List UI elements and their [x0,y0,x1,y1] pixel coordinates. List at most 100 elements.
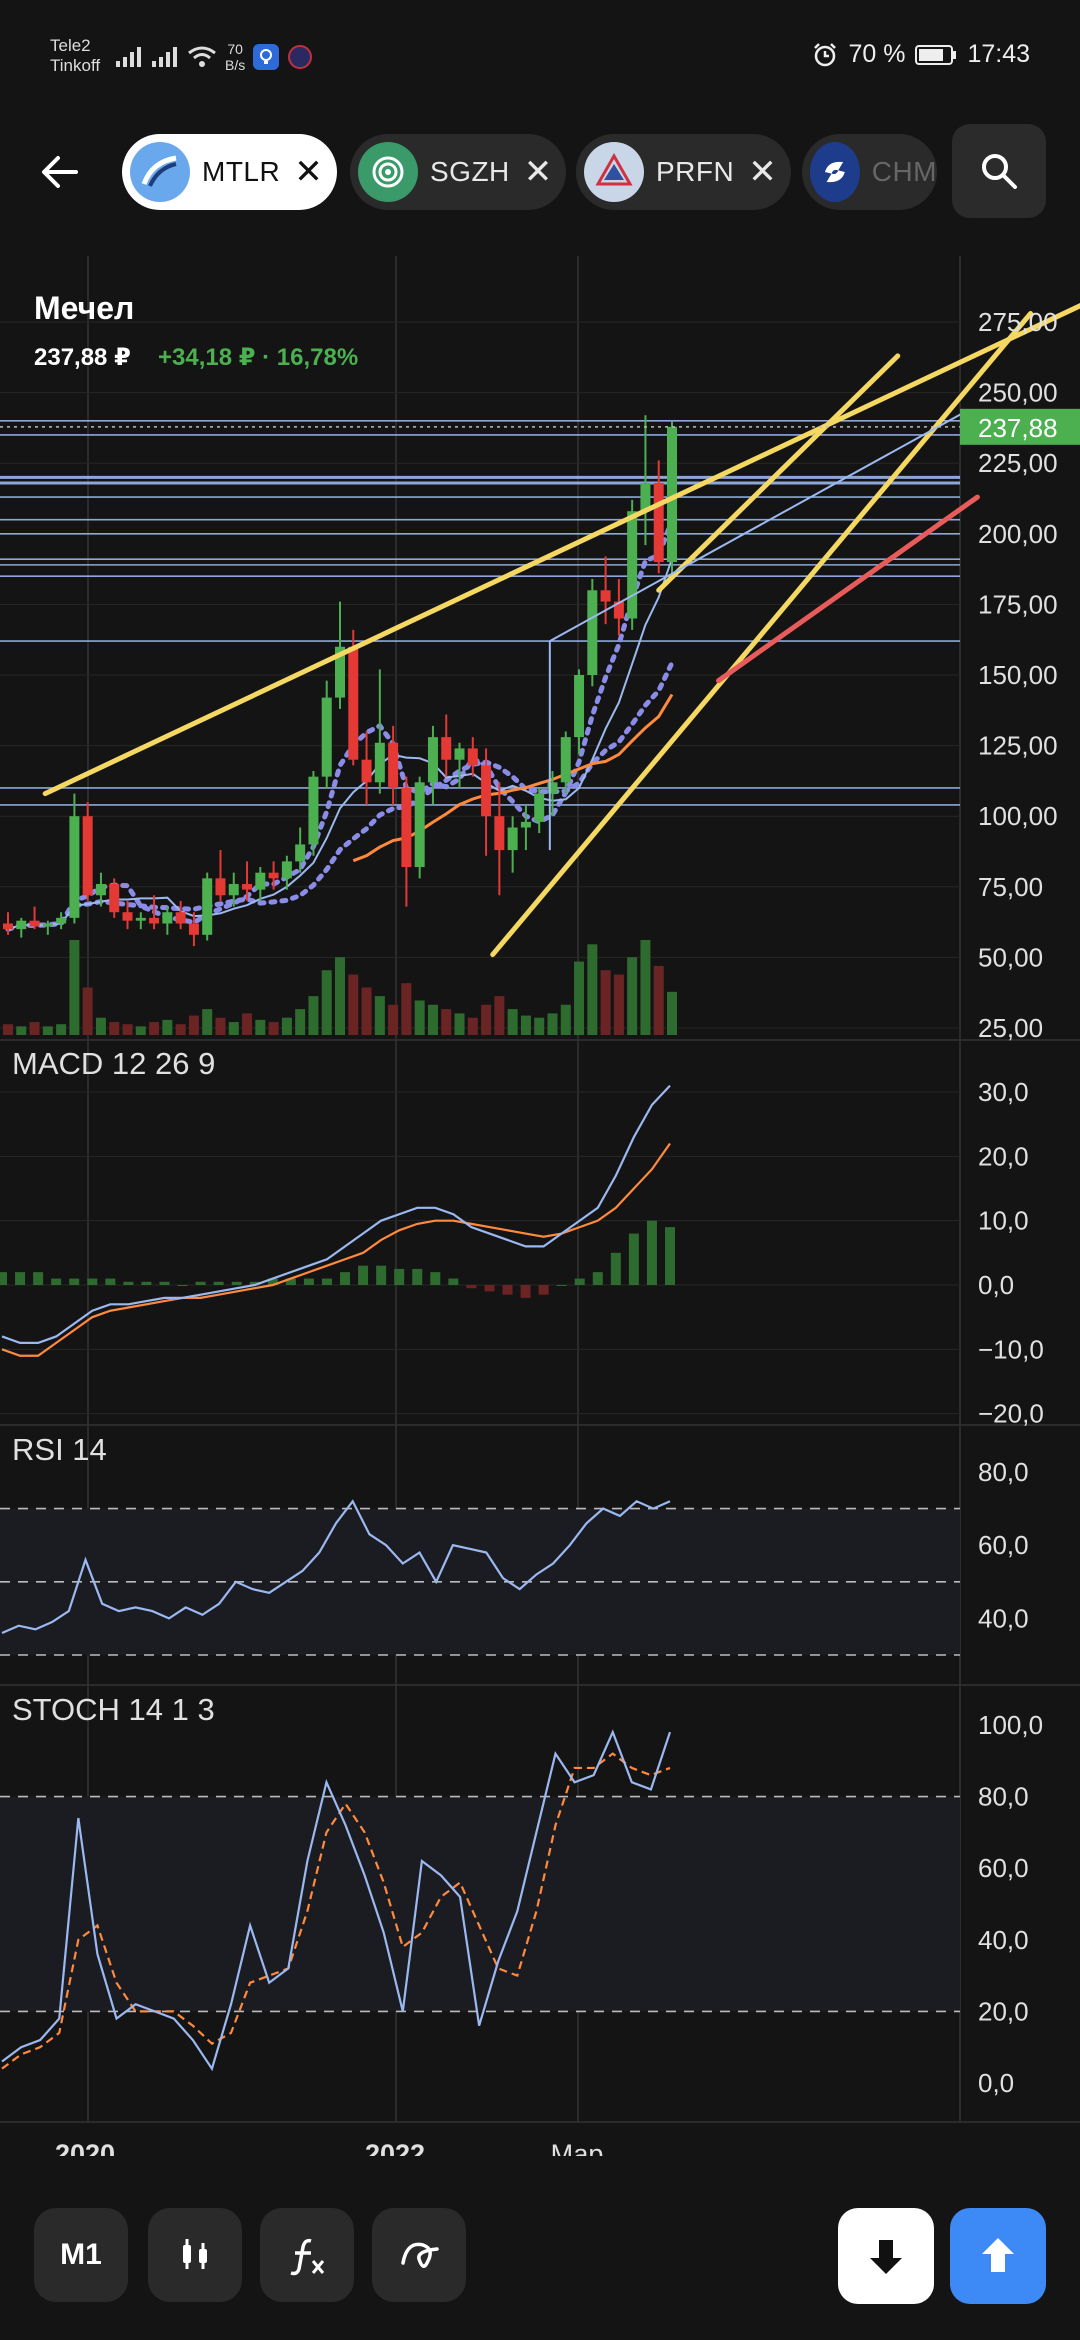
signal-icon [116,47,141,67]
macd-histogram-bar [321,1278,332,1285]
macd-histogram-bar [105,1278,116,1285]
close-icon[interactable]: ✕ [524,155,553,189]
macd-histogram-bar [665,1227,675,1285]
volume-bar [29,1022,40,1035]
macd-histogram-bar [394,1268,405,1285]
close-icon[interactable]: ✕ [748,155,777,189]
volume-bar [441,1009,452,1035]
volume-bar [640,940,651,1035]
price-tick-label: 175,00 [978,589,1058,619]
search-icon [982,154,1017,189]
ticker-chip-chmf[interactable]: CHM [802,134,937,210]
status-bar: Tele2 Tinkoff 70 B/s 70 % 17:43 [0,0,1080,110]
indicators-button[interactable] [260,2208,354,2302]
volume-bar [574,961,585,1035]
candle-body [122,912,133,921]
macd-histogram-bar [51,1278,62,1285]
macd-histogram-bar [538,1285,549,1295]
stoch-tick-label: 100,0 [978,1710,1043,1740]
volume-bar [16,1026,27,1035]
macd-histogram-bar [628,1233,639,1285]
macd-histogram-bar [466,1285,477,1289]
ticker-bar: MTLR ✕ SGZH ✕ PRFN ✕ CHM [0,120,1080,228]
period-button[interactable]: M1 [34,2208,128,2302]
close-icon[interactable]: ✕ [294,155,323,189]
volume-bar [401,983,412,1035]
ticker-chip-sgzh[interactable]: SGZH ✕ [350,134,567,210]
price-tick-label: 250,00 [978,378,1058,408]
arrow-up-icon [982,2238,1014,2272]
search-button[interactable] [952,124,1046,218]
chart-type-button[interactable] [148,2208,242,2302]
ma-dotted-short [5,517,675,932]
clock: 17:43 [967,40,1030,68]
speed-unit: B/s [225,57,246,73]
candle-body [175,912,186,924]
volume-bar [348,974,359,1035]
macd-tick-label: 20,0 [978,1141,1029,1171]
rsi-tick-label: 60,0 [978,1530,1029,1560]
candle-body [401,787,412,868]
candle-body [494,816,505,851]
candle-body [534,793,545,822]
macd-histogram-bar [412,1268,423,1285]
volume-bar [374,996,385,1035]
macd-tick-label: 10,0 [978,1206,1029,1236]
macd-histogram-bar [141,1281,152,1285]
candle-body [215,878,226,896]
candle-body [374,742,385,783]
wifi-icon [188,46,216,67]
volume-bar [321,970,332,1035]
volume-bar [627,957,638,1035]
volume-bar [69,940,80,1035]
macd-histogram-bar [69,1278,80,1285]
ticker-chip-mtlr[interactable]: MTLR ✕ [122,134,337,210]
candle-body [3,923,13,930]
x-tick-label: 2020 [55,2139,115,2156]
volume-bar [109,1022,120,1035]
volume-bar [547,1013,558,1035]
volume-bar [600,970,611,1035]
candle-body [348,646,359,760]
candle-body [56,917,67,924]
app-icon [288,45,313,69]
x-tick-label: 2022 [365,2139,425,2156]
volume-bar [613,974,624,1035]
price-tick-label: 75,00 [978,872,1043,902]
status-right: 70 % 17:43 [812,40,1030,69]
ticker-label: MTLR [202,156,281,187]
candle-body [202,878,213,935]
candle-body [653,482,664,563]
next-down-button[interactable] [838,2208,934,2304]
back-button[interactable] [30,142,90,202]
alarm-icon [814,42,837,66]
trend-line-short [656,353,901,593]
drawing-button[interactable] [372,2208,466,2302]
macd-histogram-bar [484,1285,495,1292]
candle-body [149,917,160,924]
volume-bar [149,1022,160,1035]
candle-body [16,920,27,930]
trend-lines [42,303,1080,958]
rsi-label: RSI 14 [12,1432,107,1467]
macd-histogram-bar [520,1285,531,1298]
price-tick-label: 275,00 [978,307,1058,337]
chart-canvas[interactable]: 275,00 250,00 225,00 200,00 175,00 150,00 125,… [0,256,1080,2156]
volume-bar [255,1019,266,1035]
volume-bar [56,1024,67,1035]
volume-bar [467,1017,478,1035]
stoch-tick-label: 0,0 [978,2068,1014,2098]
volume-bar [228,1022,239,1035]
macd-histogram-bar [646,1220,657,1285]
stoch-panel [0,1729,960,2072]
bulb-icon [253,44,280,70]
macd-tick-label: 30,0 [978,1077,1029,1107]
volume-bar [560,1004,571,1035]
next-up-button[interactable] [950,2208,1046,2304]
candle-body [82,816,93,896]
macd-histogram-bar [33,1272,44,1285]
volume-bar [494,996,505,1035]
volume-bar [308,996,319,1035]
ticker-chip-prfn[interactable]: PRFN ✕ [576,134,791,210]
signal-icon [152,47,177,67]
